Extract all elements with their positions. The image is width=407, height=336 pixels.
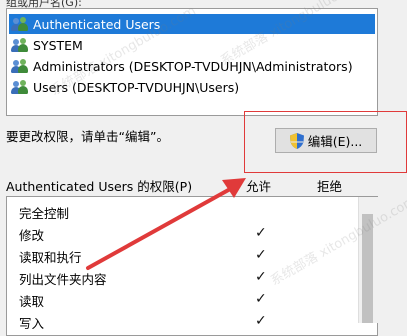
- allow-check-icon: ✓: [255, 291, 267, 307]
- permission-row: 读取: [19, 289, 44, 311]
- list-item-label: SYSTEM: [33, 37, 83, 53]
- permission-row: 写入: [19, 311, 44, 333]
- user-group-list[interactable]: Authenticated Users SYSTEM Administrator…: [6, 8, 378, 116]
- users-group-icon: [11, 38, 29, 52]
- permission-row: 完全控制: [19, 201, 69, 223]
- users-group-icon: [11, 80, 29, 94]
- column-allow: 允许: [246, 179, 272, 194]
- allow-check-icon: ✓: [255, 247, 267, 263]
- allow-check-icon: ✓: [255, 225, 267, 241]
- column-deny: 拒绝: [317, 179, 343, 194]
- permission-label: 写入: [19, 315, 45, 331]
- change-permissions-hint: 要更改权限，请单击“编辑”。: [6, 129, 169, 144]
- edit-button-label: 编辑(E)...: [307, 134, 363, 149]
- edit-button[interactable]: 编辑(E)...: [275, 128, 377, 153]
- permission-row: 列出文件夹内容: [19, 267, 107, 289]
- uac-shield-icon: [289, 132, 304, 149]
- allow-check-icon: ✓: [255, 313, 267, 329]
- permission-label: 读取: [19, 293, 45, 309]
- permission-label: 完全控制: [19, 205, 70, 221]
- users-group-icon: [11, 17, 29, 31]
- permission-label: 读取和执行: [19, 249, 82, 265]
- list-item-users[interactable]: Users (DESKTOP-TVDUHJN\Users): [11, 77, 239, 97]
- permission-row: 读取和执行: [19, 245, 82, 267]
- permissions-list: 完全控制 修改 ✓ 读取和执行 ✓ 列出文件夹内容 ✓ 读取 ✓ 写入 ✓: [6, 196, 378, 336]
- permission-row: 修改: [19, 223, 44, 245]
- permission-label: 修改: [19, 227, 45, 243]
- list-item-system[interactable]: SYSTEM: [11, 35, 83, 55]
- allow-check-icon: ✓: [255, 269, 267, 285]
- users-group-icon: [11, 59, 29, 73]
- permission-label: 列出文件夹内容: [19, 271, 107, 287]
- permissions-title: Authenticated Users 的权限(P): [6, 179, 193, 194]
